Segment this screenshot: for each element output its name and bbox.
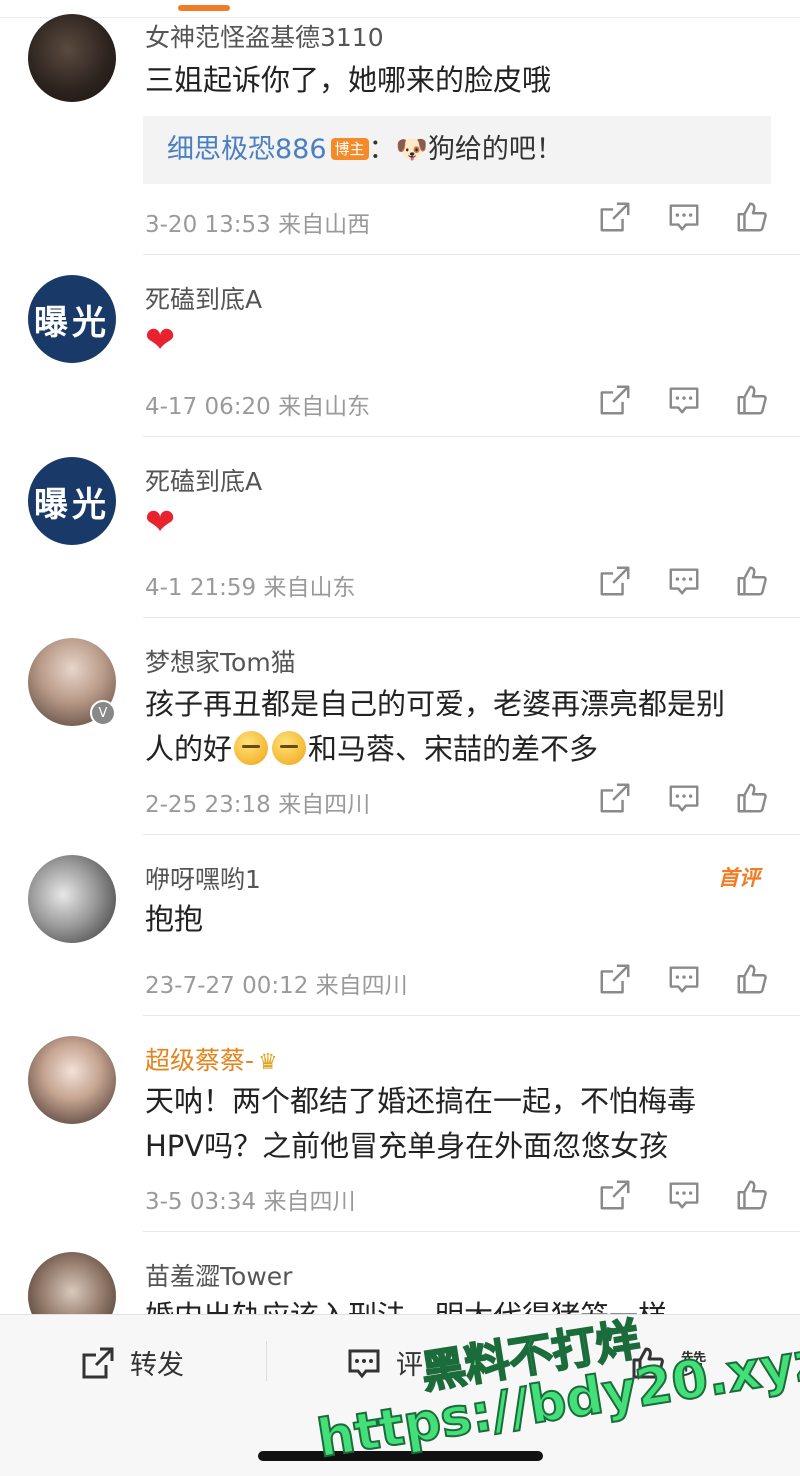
comment-time: 2-25 23:18	[145, 792, 271, 818]
comment-text-line: 孩子再丑都是自己的可爱，老婆再漂亮都是别	[145, 687, 726, 721]
scroll-indicator	[178, 5, 230, 11]
comment-meta: 23-7-27 00:12 来自四川	[145, 966, 408, 1000]
repost-icon[interactable]	[598, 200, 632, 234]
comment-divider	[143, 834, 800, 835]
reply-username[interactable]: 细思极恐886	[167, 134, 327, 165]
comment-text-part: 人的好	[145, 732, 233, 766]
repost-icon	[82, 1347, 114, 1378]
comment-location: 来自山东	[263, 575, 356, 601]
comment-time: 3-5 03:34	[145, 1189, 257, 1215]
comment-time: 23-7-27 00:12	[145, 973, 309, 999]
comment-time: 4-1 21:59	[145, 575, 257, 601]
reply-preview[interactable]: 细思极恐886 博主 ：🐶狗给的吧！	[143, 116, 771, 184]
comment-text: 孩子再丑都是自己的可爱，老婆再漂亮都是别 人的好 和马蓉、宋喆的差不多	[145, 682, 775, 772]
thumbs-up-icon[interactable]	[735, 962, 769, 996]
heart-emoji: ❤	[145, 502, 176, 543]
comment-divider	[143, 617, 800, 618]
comment-icon[interactable]	[667, 781, 701, 815]
comment-meta: 4-17 06:20 来自山东	[145, 387, 370, 421]
repost-button[interactable]: 转发	[80, 1343, 184, 1382]
comment-button[interactable]: 评	[346, 1343, 423, 1382]
comment-text-part: 和马蓉、宋喆的差不多	[308, 732, 599, 766]
comment-username[interactable]: 苗羞澀Tower	[145, 1257, 292, 1293]
comment-username[interactable]: 咿呀嘿哟1	[145, 860, 261, 896]
comment-text: 三姐起诉你了，她哪来的脸皮哦	[145, 63, 552, 97]
comment-divider	[143, 1231, 800, 1232]
comment-icon	[348, 1349, 380, 1378]
repost-label: 转发	[130, 1350, 184, 1381]
repost-icon[interactable]	[598, 1178, 632, 1212]
heart-emoji: ❤	[145, 320, 176, 361]
comment-location: 来自山西	[278, 212, 371, 238]
comment-divider	[143, 436, 800, 437]
comment-location: 来自四川	[278, 792, 371, 818]
comment-username-text[interactable]: 超级蔡蔡-	[145, 1046, 254, 1075]
comment-divider	[143, 254, 800, 255]
comment-icon[interactable]	[667, 1178, 701, 1212]
thumbs-up-icon[interactable]	[735, 564, 769, 598]
comment-meta: 4-1 21:59 来自山东	[145, 568, 355, 602]
repost-icon[interactable]	[598, 781, 632, 815]
bar-separator	[266, 1341, 267, 1381]
comment-location: 来自四川	[315, 973, 408, 999]
comment-text: 抱抱	[145, 902, 204, 936]
avatar[interactable]	[28, 1036, 116, 1124]
thumbs-up-icon[interactable]	[735, 200, 769, 234]
comment-icon[interactable]	[667, 962, 701, 996]
comment-location: 来自山东	[278, 394, 371, 420]
comment-icon[interactable]	[667, 564, 701, 598]
smirk-emoji-icon	[234, 731, 269, 765]
avatar[interactable]: 曝光	[28, 275, 116, 363]
comment-username[interactable]: 梦想家Tom猫	[145, 643, 296, 679]
repost-icon[interactable]	[598, 383, 632, 417]
comment-time: 4-17 06:20	[145, 394, 271, 420]
avatar[interactable]	[28, 14, 116, 102]
smirk-emoji-icon	[272, 731, 307, 765]
comment-username[interactable]: 超级蔡蔡- ♛	[145, 1041, 278, 1077]
comment-time: 3-20 13:53	[145, 212, 271, 238]
top-divider	[0, 17, 800, 18]
thumbs-up-icon[interactable]	[735, 383, 769, 417]
comment-divider	[143, 1015, 800, 1016]
comment-meta: 3-5 03:34 来自四川	[145, 1182, 355, 1216]
comment-icon[interactable]	[667, 200, 701, 234]
first-comment-badge: 首评	[718, 866, 760, 890]
comment-meta: 3-20 13:53 来自山西	[145, 205, 370, 239]
crown-icon: ♛	[258, 1050, 278, 1075]
dog-emoji-icon: 🐶	[395, 135, 428, 165]
comment-text-line: 人的好 和马蓉、宋喆的差不多	[145, 727, 775, 772]
comment-text: 天呐！两个都结了婚还搞在一起，不怕梅毒 HPV吗？之前他冒充单身在外面忽悠女孩	[145, 1079, 775, 1169]
verified-badge: V	[90, 700, 116, 726]
thumbs-up-icon[interactable]	[735, 781, 769, 815]
comment-username[interactable]: 女神范怪盗基德3110	[145, 18, 384, 54]
avatar[interactable]: 曝光	[28, 457, 116, 545]
thumbs-up-icon[interactable]	[735, 1178, 769, 1212]
blogger-badge: 博主	[330, 138, 369, 160]
comment-meta: 2-25 23:18 来自四川	[145, 785, 370, 819]
repost-icon[interactable]	[598, 962, 632, 996]
avatar[interactable]	[28, 855, 116, 943]
comment-text-line: HPV吗？之前他冒充单身在外面忽悠女孩	[145, 1129, 669, 1163]
comment-username[interactable]: 死磕到底A	[145, 280, 262, 316]
reply-separator: ：	[368, 134, 396, 165]
comment-icon[interactable]	[667, 383, 701, 417]
repost-icon[interactable]	[598, 564, 632, 598]
comment-location: 来自四川	[263, 1189, 356, 1215]
reply-text: 狗给的吧！	[427, 134, 563, 165]
comment-username[interactable]: 死磕到底A	[145, 462, 262, 498]
comment-text-line: 天呐！两个都结了婚还搞在一起，不怕梅毒	[145, 1084, 697, 1118]
